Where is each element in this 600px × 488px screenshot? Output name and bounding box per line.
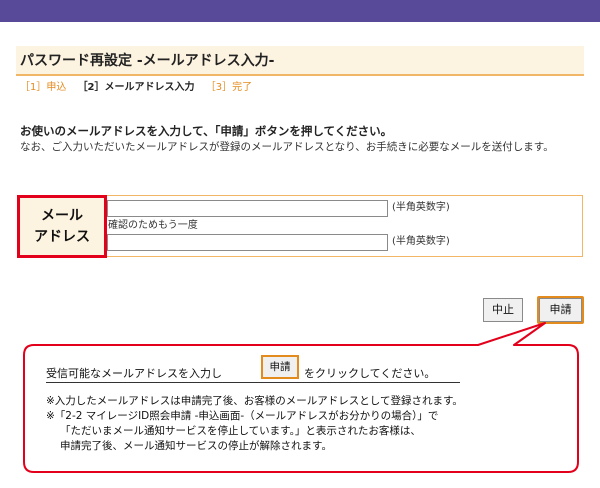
cancel-button[interactable]: 中止 (483, 298, 523, 322)
callout-instruction-after: をクリックしてください。 (304, 367, 436, 380)
email-label-line2: アドレス (34, 228, 90, 245)
step-2-email-input: ［2］メールアドレス入力 (77, 82, 195, 93)
callout-underline (46, 382, 460, 383)
callout-apply-button-sample: 申請 (261, 355, 299, 379)
callout-note-2: ※「2-2 マイレージID照会申請 -申込画面-（メールアドレスがお分かりの場合… (46, 410, 439, 422)
step-3-complete: ［3］完了 (205, 82, 253, 93)
top-bar (0, 0, 600, 22)
email-label-line1: メール (41, 207, 83, 224)
email-hint: (半角英数字) (392, 202, 450, 213)
note-text: なお、ご入力いただいたメールアドレスが登録のメールアドレスとなり、お手続きに必要… (20, 141, 554, 153)
step-1-apply: ［1］申込 (20, 82, 67, 93)
instruction-text: お使いのメールアドレスを入力して、「申請」ボタンを押してください。 (20, 124, 393, 138)
callout-instruction-before: 受信可能なメールアドレスを入力し (46, 367, 222, 380)
email-label-highlight: メール アドレス (17, 195, 107, 258)
callout-note-4: 申請完了後、メール通知サービスの停止が解除されます。 (60, 440, 332, 452)
callout-note-1: ※入力したメールアドレスは申請完了後、お客様のメールアドレスとして登録されます。 (46, 395, 463, 407)
email-confirm-hint: (半角英数字) (392, 236, 450, 247)
step-indicator: ［1］申込 ［2］メールアドレス入力 ［3］完了 (20, 81, 260, 95)
page-title: パスワード再設定 -メールアドレス入力- (16, 46, 584, 76)
email-input[interactable] (107, 200, 388, 217)
email-confirm-input[interactable] (107, 234, 388, 251)
callout-note-3: 「ただいまメール通知サービスを停止しています。」と表示されたお客様は、 (60, 425, 421, 437)
apply-button[interactable]: 申請 (539, 298, 582, 322)
confirm-label: 確認のためもう一度 (108, 220, 198, 231)
